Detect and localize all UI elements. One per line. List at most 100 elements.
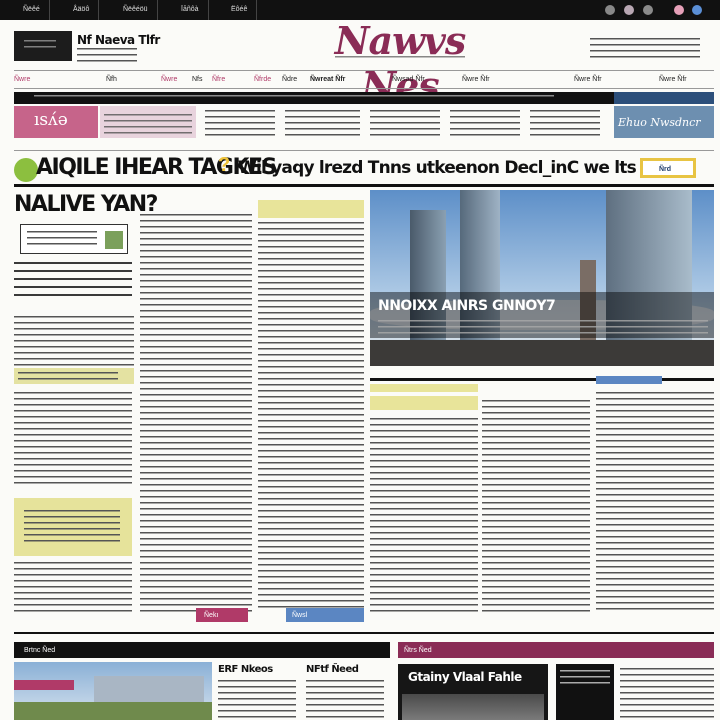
divider [370, 378, 714, 381]
nav-item[interactable]: Ñfre [212, 75, 225, 84]
divider [14, 70, 714, 71]
logo-block[interactable] [14, 31, 72, 61]
top-nav-link[interactable]: Ñëêé [14, 0, 50, 20]
divider [14, 88, 714, 89]
middle-article-text [140, 214, 252, 612]
bottom-label-right: Ñtrs Ñed [404, 647, 432, 654]
dark-card-image [402, 694, 544, 720]
share-button-label: Ñwsl [292, 612, 308, 619]
hero-caption: NNOIXX AINRS GNNOY7 [378, 298, 556, 314]
top-nav-link[interactable]: Ïåñôà [172, 0, 209, 20]
nav-item[interactable]: Ñwreat Ñfr [310, 75, 345, 84]
divider [14, 150, 714, 151]
highlight-bar [14, 368, 134, 384]
strip-text [370, 110, 440, 136]
strip-panel[interactable] [100, 106, 196, 138]
card-text [620, 668, 714, 720]
more-button-label: Ñekı [204, 612, 219, 619]
headline-tag-label: Ñrd [659, 166, 672, 173]
nav-item[interactable]: Nfs [192, 75, 203, 84]
share-button[interactable]: Ñwsl [286, 608, 364, 622]
lower-highlight [370, 396, 478, 410]
section-title: NALIVE YAN? [14, 192, 158, 217]
more-button[interactable]: Ñekı [196, 608, 248, 622]
lower-highlight [370, 384, 478, 392]
nav-item[interactable]: Ñwre [161, 75, 177, 84]
masthead-badge: Nf Naeva Tlfr [77, 33, 160, 47]
color-dot[interactable] [643, 5, 653, 15]
logo-mark [24, 40, 56, 52]
lower-article-text [370, 418, 478, 612]
dark-card-title: Gtainy Vlaal Fahle [408, 670, 522, 684]
nav-item[interactable]: Ñfrde [254, 75, 271, 84]
left-article-text [14, 316, 134, 368]
callout-box[interactable] [14, 498, 132, 556]
promo-label: ısʌ́ə [34, 110, 68, 130]
strip-text [205, 110, 275, 136]
section-label: Ehuo Nwsdncr [618, 116, 701, 129]
nav-item[interactable]: Ñdre [282, 75, 297, 84]
top-bar: Ñëêé Åäöô Ñëêéöü Ïåñôà Ëôéê [0, 0, 720, 20]
news-ticker [14, 92, 614, 104]
divider [14, 184, 714, 187]
hero-photo[interactable]: NNOIXX AINRS GNNOY7 [370, 190, 714, 366]
lower-article-text [482, 400, 590, 612]
masthead-subtext [77, 48, 137, 62]
nav-item[interactable]: Ñwre Ñfr [574, 75, 602, 84]
highlight-text [18, 372, 118, 380]
headline-tag[interactable]: Ñrd [640, 158, 696, 178]
ticker-accent [614, 92, 714, 104]
trees [14, 702, 212, 720]
middle-article-text [258, 222, 364, 612]
headline-mark: ? [218, 154, 231, 176]
lower-label [596, 376, 662, 384]
color-dot[interactable] [624, 5, 634, 15]
headline-badge [14, 158, 38, 182]
left-article-text [14, 262, 132, 302]
thumb-card[interactable] [556, 664, 614, 720]
nav-item[interactable]: Ñwsad Ñfr [392, 75, 425, 84]
main-nav: Ñwre Ñfh Ñwre Nfs Ñfre Ñfrde Ñdre Ñwreat… [14, 73, 714, 87]
bottom-bar-left: Brtnc Ñed [14, 642, 390, 658]
photo-tag [14, 680, 74, 690]
divider [14, 632, 714, 634]
tagline [335, 56, 465, 62]
bottom-label-left: Brtnc Ñed [24, 647, 56, 654]
lower-article-text [596, 392, 714, 612]
headline-rest[interactable]: Wil yaqy lrezd Tnns utkeenon Decl_inC we… [238, 158, 637, 178]
color-dot[interactable] [605, 5, 615, 15]
ticker-text [34, 95, 554, 101]
strip-text [530, 110, 600, 136]
section-label-box[interactable]: Ehuo Nwsdncr [614, 106, 714, 138]
bottom-bar-right: Ñtrs Ñed [398, 642, 714, 658]
hero-caption-sub [378, 320, 708, 334]
mini-chart-text [27, 231, 97, 249]
callout-text [24, 510, 120, 546]
nav-item[interactable]: Ñwre Ñfr [462, 75, 490, 84]
nav-item[interactable]: Ñwre Ñfr [659, 75, 687, 84]
thumb-text [560, 670, 610, 684]
color-dot[interactable] [692, 5, 702, 15]
mini-chart-thumb [105, 231, 123, 249]
card-text [306, 680, 384, 720]
top-nav-link[interactable]: Åäöô [64, 0, 100, 20]
promo-box[interactable]: ısʌ́ə [14, 106, 98, 138]
bottom-photo[interactable] [14, 662, 212, 720]
nav-item[interactable]: Ñwre [14, 75, 30, 84]
left-article-text [14, 392, 132, 488]
top-nav-link[interactable]: Ëôéê [222, 0, 258, 20]
mini-chart [20, 224, 128, 254]
card-title[interactable]: NFtf Ñeed [306, 664, 359, 675]
card-text [218, 680, 296, 720]
left-article-text [14, 562, 132, 616]
dark-card[interactable]: Gtainy Vlaal Fahle [398, 664, 548, 720]
nav-item[interactable]: Ñfh [106, 75, 117, 84]
street [370, 340, 714, 366]
color-dot[interactable] [674, 5, 684, 15]
top-nav-link[interactable]: Ñëêéöü [114, 0, 158, 20]
card-title[interactable]: ERF Nkeos [218, 664, 273, 675]
strip-text [450, 110, 520, 136]
strip-text [285, 110, 360, 136]
masthead-right-text [590, 38, 700, 58]
middle-highlight [258, 200, 364, 218]
